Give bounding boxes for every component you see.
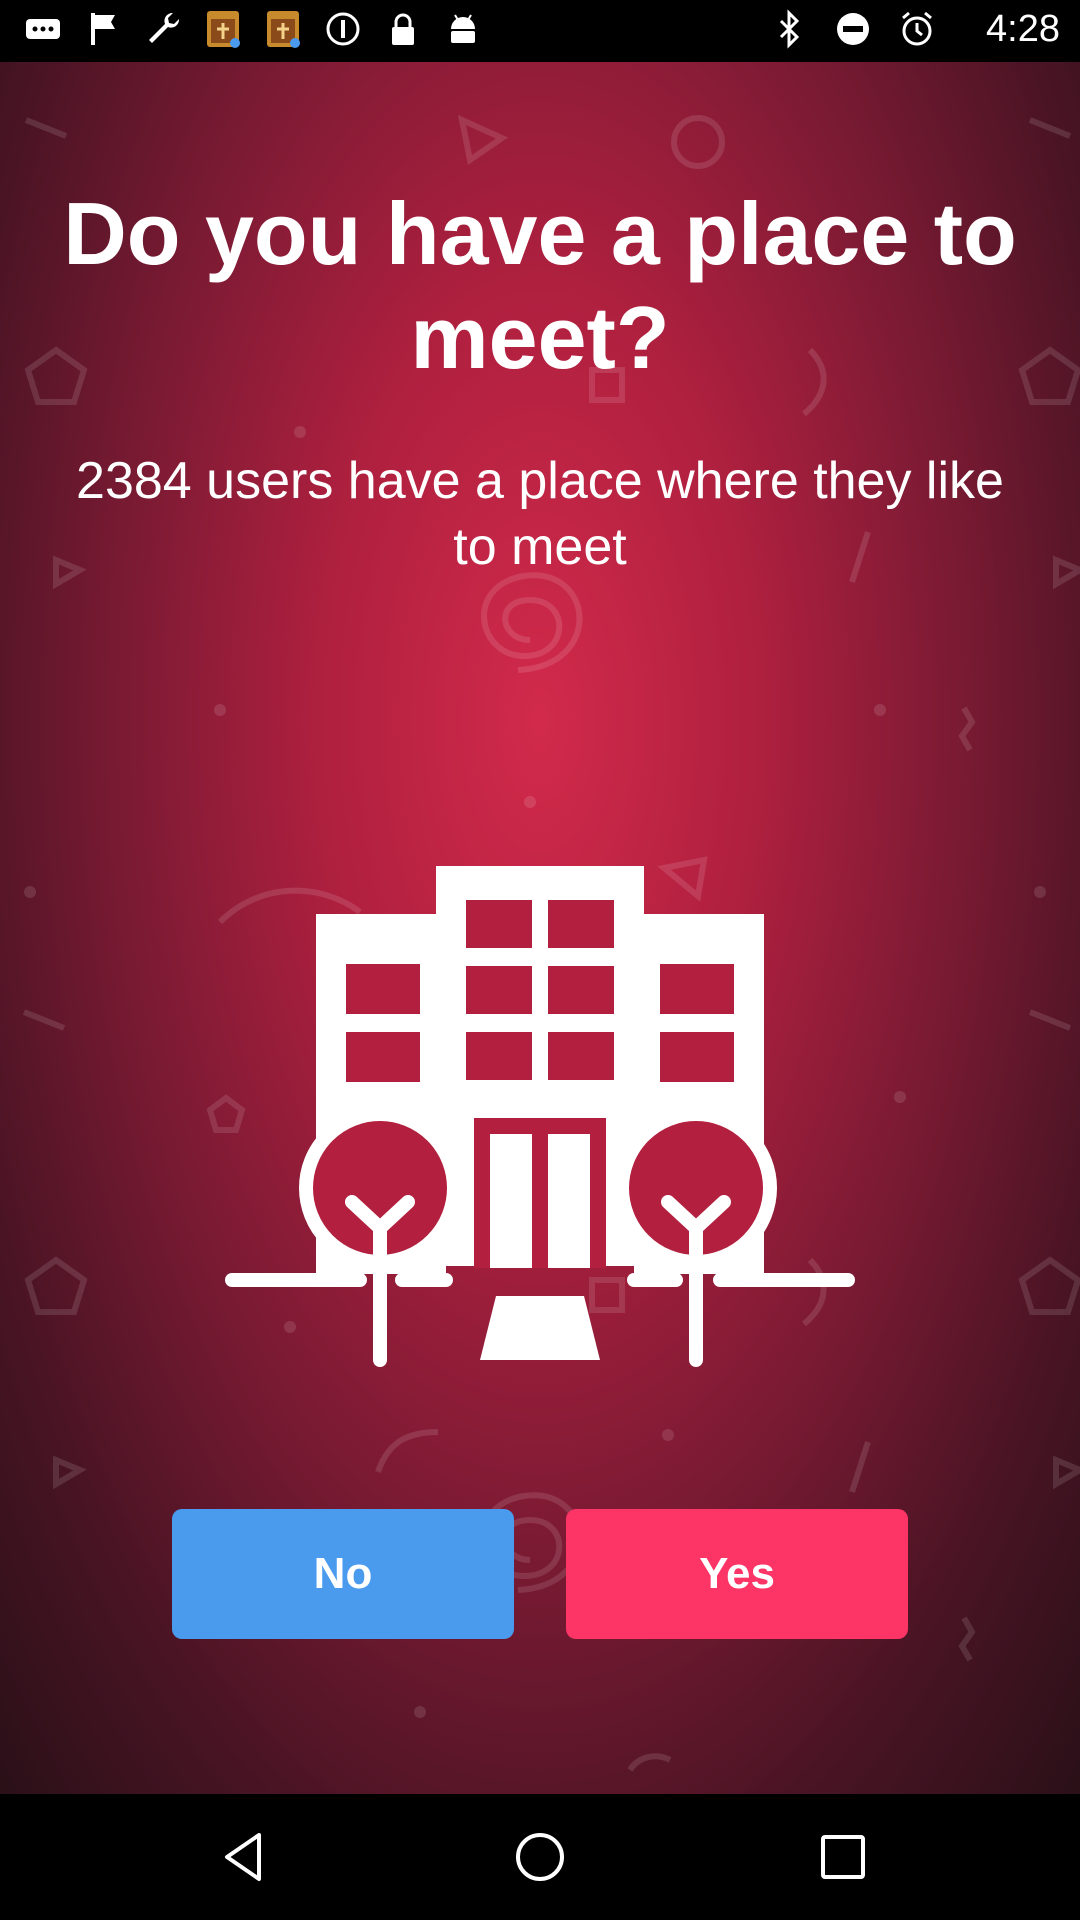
yes-button[interactable]: Yes [566, 1509, 908, 1639]
status-bar: 4:28 [0, 0, 1080, 62]
notification-icons [20, 6, 486, 52]
recent-apps-icon[interactable] [813, 1827, 873, 1887]
android-icon [440, 6, 486, 52]
lock-icon [380, 6, 426, 52]
more-icon [20, 6, 66, 52]
do-not-disturb-icon [830, 6, 876, 52]
flag-icon [80, 6, 126, 52]
home-icon[interactable] [510, 1827, 570, 1887]
page-title: Do you have a place to meet? [63, 184, 1017, 387]
building-with-trees-icon [225, 866, 855, 1367]
system-icons [766, 6, 940, 52]
status-time: 4:28 [986, 8, 1060, 50]
users-count-subtitle: 2384 users have a place where they like … [76, 452, 1004, 576]
topics-app-icon [260, 6, 306, 52]
wrench-icon [140, 6, 186, 52]
main-content: Do you have a place to meet? 2384 users … [0, 62, 1080, 1794]
no-button[interactable]: No [172, 1509, 514, 1639]
back-icon[interactable] [215, 1827, 275, 1887]
alarm-icon [894, 6, 940, 52]
info-icon [320, 6, 366, 52]
navigation-bar [0, 1794, 1080, 1920]
topics-app-icon [200, 6, 246, 52]
bluetooth-icon [766, 6, 812, 52]
